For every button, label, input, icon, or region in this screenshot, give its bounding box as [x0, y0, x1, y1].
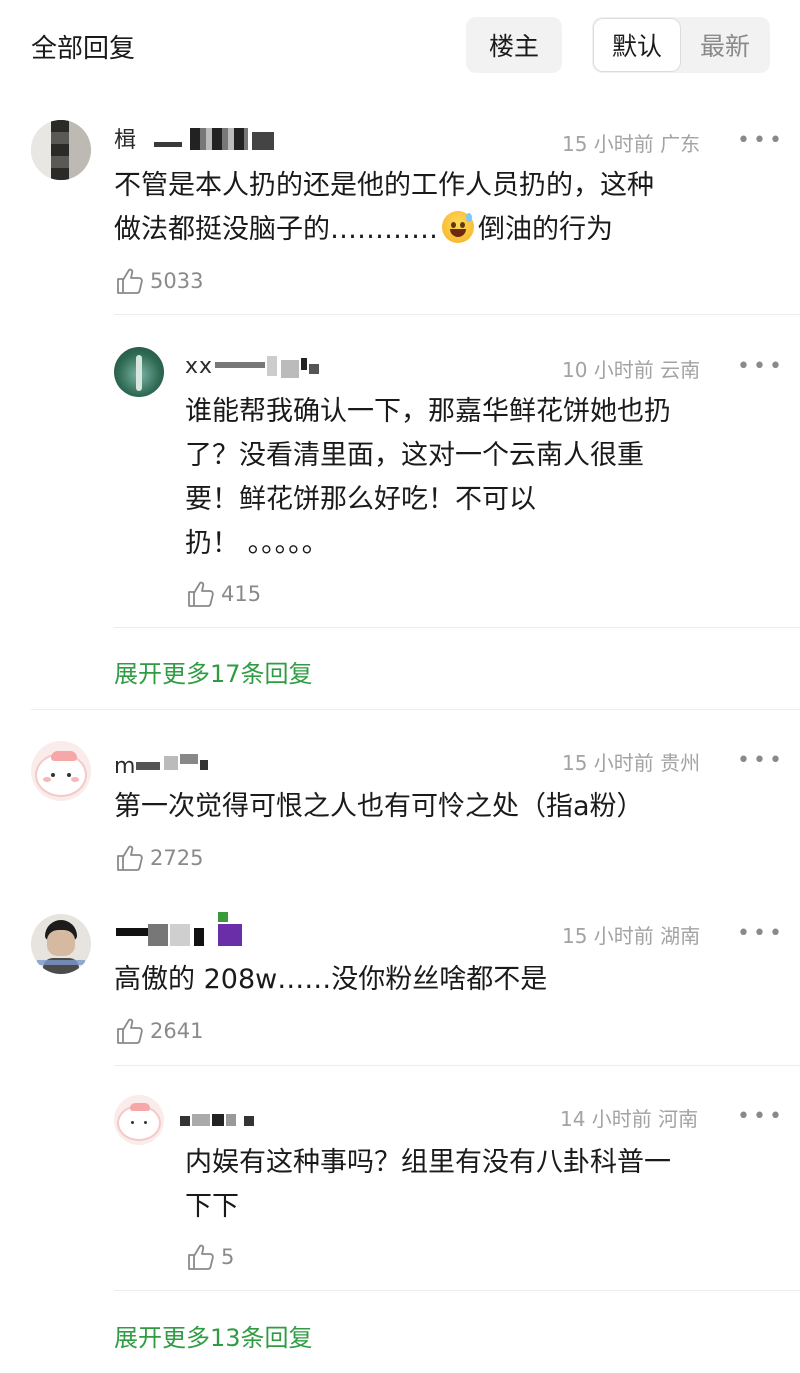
redacted-name-block — [218, 924, 242, 946]
avatar[interactable] — [114, 347, 164, 397]
redacted-name-block — [226, 1114, 236, 1126]
thumb-up-icon — [117, 845, 143, 871]
comment-location: 云南 — [660, 358, 701, 382]
more-options-button[interactable]: ••• — [737, 750, 785, 772]
redacted-name-block — [309, 364, 319, 374]
like-count: 5033 — [150, 269, 204, 293]
username[interactable] — [114, 910, 254, 950]
divider — [31, 709, 800, 710]
username[interactable]: xx — [185, 354, 335, 380]
like-count: 2725 — [150, 846, 204, 870]
redacted-name-block — [192, 1114, 210, 1126]
more-options-button[interactable]: ••• — [737, 356, 785, 378]
username-text: xx — [185, 354, 214, 379]
username[interactable]: m — [114, 750, 234, 779]
comment-meta: 15 小时前 广东 — [562, 128, 700, 157]
like-button[interactable]: 5033 — [114, 265, 203, 297]
redacted-name-block — [301, 358, 307, 370]
thumb-up-icon — [117, 1018, 143, 1044]
redacted-name-block — [215, 362, 265, 368]
comment-time: 14 小时前 — [560, 1107, 652, 1131]
redacted-name-block — [180, 1116, 190, 1126]
like-count: 415 — [221, 582, 262, 606]
comment-time: 10 小时前 — [562, 358, 654, 382]
redacted-name-block — [170, 924, 190, 946]
comment-location: 河南 — [658, 1107, 699, 1131]
filter-owner-button[interactable]: 楼主 — [466, 17, 562, 73]
comment-meta: 15 小时前 湖南 — [562, 920, 700, 949]
like-button[interactable]: 5 — [185, 1241, 234, 1273]
thumb-up-icon — [117, 268, 143, 294]
like-button[interactable]: 2641 — [114, 1015, 203, 1047]
like-count: 5 — [221, 1245, 235, 1269]
username[interactable]: 楫 — [114, 126, 274, 154]
redacted-name-block — [180, 754, 198, 764]
avatar[interactable] — [31, 741, 91, 801]
username-text: m — [114, 754, 137, 779]
comment-text: 不管是本人扔的还是他的工作人员扔的，这种 做法都挺没脑子的………… 倒油的行为 — [114, 170, 654, 245]
divider — [114, 1290, 800, 1291]
comment-time: 15 小时前 — [562, 132, 654, 156]
reply-text: 内娱有这种事吗？组里有没有八卦科普一 下下 — [185, 1147, 671, 1222]
redacted-name-block — [136, 762, 160, 770]
sort-latest-button[interactable]: 最新 — [682, 19, 768, 71]
comment-text: 高傲的 208w……没你粉丝啥都不是 — [114, 964, 548, 995]
redacted-name-block — [194, 928, 204, 946]
avatar[interactable] — [114, 1095, 164, 1145]
more-options-button[interactable]: ••• — [737, 923, 785, 945]
more-options-button[interactable]: ••• — [737, 1106, 785, 1128]
expand-replies-link[interactable]: 展开更多13条回复 — [114, 1318, 313, 1353]
redacted-name-block — [218, 912, 228, 922]
comment-time: 15 小时前 — [562, 751, 654, 775]
like-button[interactable]: 2725 — [114, 842, 203, 874]
expand-replies-link[interactable]: 展开更多17条回复 — [114, 654, 313, 689]
username-text: 楫 — [114, 128, 138, 153]
redacted-name-block — [148, 924, 168, 946]
comment-text: 第一次觉得可恨之人也有可怜之处（指a粉） — [114, 791, 644, 822]
comment-location: 贵州 — [660, 751, 701, 775]
comment-meta: 15 小时前 贵州 — [562, 747, 700, 776]
thumb-up-icon — [188, 1244, 214, 1270]
comment-time: 15 小时前 — [562, 924, 654, 948]
divider — [114, 1065, 800, 1066]
redacted-name-block — [190, 128, 248, 150]
comment-meta: 14 小时前 河南 — [560, 1103, 698, 1132]
redacted-name-block — [200, 760, 208, 770]
redacted-name-block — [281, 360, 299, 378]
comment-meta: 10 小时前 云南 — [562, 354, 700, 383]
page-title: 全部回复 — [31, 34, 136, 64]
avatar[interactable] — [31, 914, 91, 974]
redacted-name-block — [244, 1116, 254, 1126]
more-options-button[interactable]: ••• — [737, 130, 785, 152]
reply-text: 谁能帮我确认一下，那嘉华鲜花饼她也扔 了？没看清里面，这对一个云南人很重 要！鲜… — [185, 396, 671, 559]
like-button[interactable]: 415 — [185, 578, 261, 610]
redacted-name-block — [154, 142, 182, 147]
divider — [114, 627, 800, 628]
sweat-smile-emoji-icon — [442, 211, 474, 243]
like-count: 2641 — [150, 1019, 204, 1043]
sort-default-button[interactable]: 默认 — [594, 19, 680, 71]
avatar[interactable] — [31, 120, 91, 180]
username[interactable] — [178, 1106, 268, 1128]
divider — [114, 314, 800, 315]
redacted-name-block — [252, 132, 274, 150]
comment-location: 广东 — [660, 132, 701, 156]
redacted-name-block — [164, 756, 178, 770]
comment-location: 湖南 — [660, 924, 701, 948]
redacted-name-block — [212, 1114, 224, 1126]
redacted-name-block — [267, 356, 277, 376]
thumb-up-icon — [188, 581, 214, 607]
redacted-name-block — [116, 928, 148, 936]
